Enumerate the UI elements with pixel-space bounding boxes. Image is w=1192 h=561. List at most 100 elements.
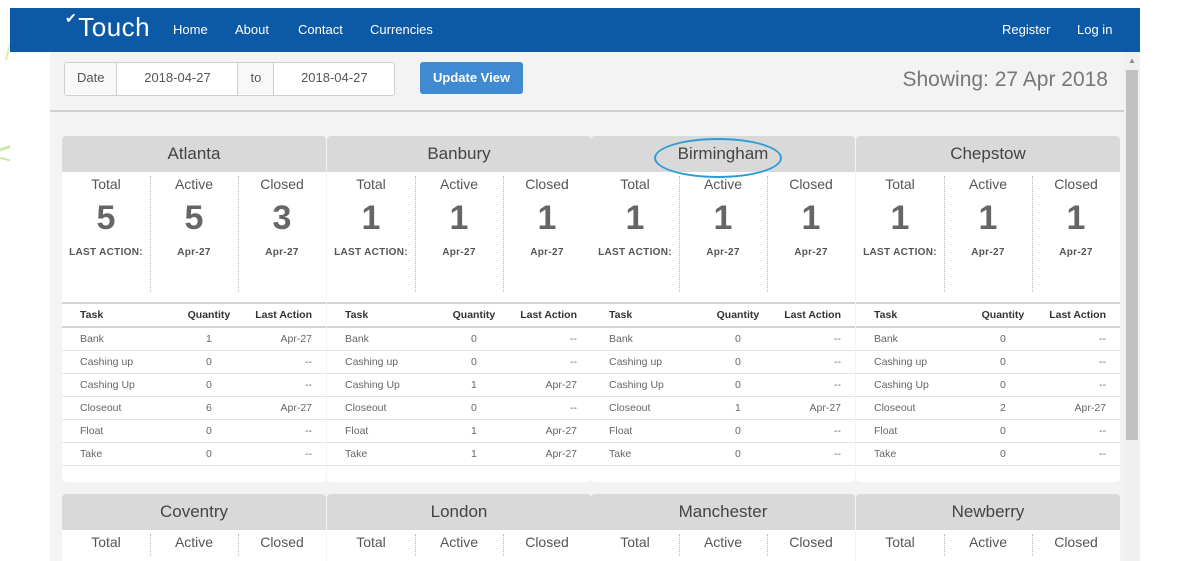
stat-total: Total 1 LAST ACTION:	[856, 172, 944, 292]
location-name[interactable]: Newberry	[856, 494, 1120, 530]
stat-closed: Closed 1 Apr-27	[503, 172, 591, 292]
stat-label: Closed	[1054, 534, 1098, 550]
stat-label: Total	[620, 534, 650, 550]
column-header: Last Action	[501, 302, 591, 328]
vertical-scrollbar[interactable]: ▲	[1124, 52, 1140, 561]
task-name: Closeout	[591, 396, 711, 420]
stats-row: Total Active Closed	[327, 530, 591, 556]
task-quantity: 0	[710, 419, 766, 443]
task-name: Float	[327, 419, 447, 443]
location-name[interactable]: Manchester	[591, 494, 855, 530]
location-name[interactable]: London	[327, 494, 591, 530]
stat-value: 1	[713, 199, 733, 237]
location-name[interactable]: Coventry	[62, 494, 326, 530]
task-name: Cashing Up	[327, 373, 447, 397]
table-row: Take 0 --	[856, 442, 1120, 466]
stat-closed: Closed	[238, 530, 326, 556]
stat-date: Apr-27	[706, 247, 740, 258]
date-range-group: Date 2018-04-27 to 2018-04-27	[64, 62, 396, 96]
nav-register-link[interactable]: Register	[1002, 22, 1050, 37]
stat-active: Active	[944, 530, 1032, 556]
task-name: Bank	[591, 327, 711, 351]
stat-date: Apr-27	[177, 247, 211, 258]
scroll-thumb[interactable]	[1126, 70, 1138, 440]
stats-row: Total Active Closed	[591, 530, 855, 556]
stat-label: Closed	[1054, 176, 1098, 192]
stat-label: Total	[91, 534, 121, 550]
task-quantity: 0	[181, 442, 237, 466]
location-card: London Total Active Closed	[327, 494, 591, 561]
table-row: Float 1 Apr-27	[327, 419, 591, 443]
location-card: Atlanta Total 5 LAST ACTION: Active 5 Apr-27 Cl…	[62, 136, 326, 482]
stat-closed: Closed	[1032, 530, 1120, 556]
task-last-action: Apr-27	[501, 419, 591, 443]
last-action-label: LAST ACTION:	[863, 247, 937, 258]
task-quantity: 0	[975, 327, 1031, 351]
table-row: Bank 1 Apr-27	[62, 327, 326, 351]
stat-closed: Closed 3 Apr-27	[238, 172, 326, 292]
location-card: Chepstow Total 1 LAST ACTION: Active 1 Apr-27 C…	[856, 136, 1120, 482]
stat-label: Closed	[525, 534, 569, 550]
location-name[interactable]: Banbury	[327, 136, 591, 172]
location-card: Newberry Total Active Closed	[856, 494, 1120, 561]
stat-label: Total	[356, 176, 386, 192]
browser-frame: ✔ Touch Home About Contact Currencies Re…	[10, 8, 1140, 561]
column-header: Last Action	[1030, 302, 1120, 328]
tasks-header-row: Task Quantity Last Action	[856, 302, 1120, 328]
table-row: Closeout 0 --	[327, 396, 591, 420]
table-row: Float 0 --	[62, 419, 326, 443]
outside-margin	[1140, 0, 1192, 561]
task-quantity: 2	[975, 396, 1031, 420]
table-row: Cashing Up 0 --	[591, 373, 855, 397]
task-last-action: --	[1030, 373, 1120, 397]
location-name[interactable]: Atlanta	[62, 136, 326, 172]
stat-label: Total	[885, 534, 915, 550]
nav-currencies-link[interactable]: Currencies	[370, 22, 433, 37]
stat-total: Total 1 LAST ACTION:	[591, 172, 679, 292]
task-name: Closeout	[327, 396, 447, 420]
task-last-action: Apr-27	[765, 396, 855, 420]
table-row: Float 0 --	[856, 419, 1120, 443]
stat-date: Apr-27	[1059, 247, 1093, 258]
tasks-table: Task Quantity Last Action Bank 0 -- Cashing up…	[591, 302, 855, 466]
stat-value: 3	[272, 199, 292, 237]
stat-total: Total	[856, 530, 944, 556]
update-view-button[interactable]: Update View	[420, 62, 524, 94]
task-last-action: --	[1030, 419, 1120, 443]
nav-home-link[interactable]: Home	[173, 22, 208, 37]
location-name[interactable]: Chepstow	[856, 136, 1120, 172]
task-last-action: --	[765, 373, 855, 397]
brand-logo[interactable]: ✔ Touch	[65, 10, 150, 43]
stat-value: 1	[625, 199, 645, 237]
table-row: Cashing up 0 --	[62, 350, 326, 374]
stat-total: Total 5 LAST ACTION:	[62, 172, 150, 292]
stat-value: 1	[449, 199, 469, 237]
table-row: Bank 0 --	[856, 327, 1120, 351]
stat-date: Apr-27	[530, 247, 564, 258]
task-last-action: --	[236, 419, 326, 443]
stat-active: Active 1 Apr-27	[679, 172, 767, 292]
task-last-action: --	[1030, 350, 1120, 374]
task-name: Closeout	[62, 396, 182, 420]
task-name: Float	[62, 419, 182, 443]
scroll-up-arrow-icon[interactable]: ▲	[1128, 56, 1136, 65]
stat-closed: Closed 1 Apr-27	[1032, 172, 1120, 292]
task-name: Take	[62, 442, 182, 466]
table-row: Cashing Up 1 Apr-27	[327, 373, 591, 397]
table-row: Closeout 2 Apr-27	[856, 396, 1120, 420]
task-name: Cashing Up	[591, 373, 711, 397]
task-quantity: 0	[975, 350, 1031, 374]
location-card: Coventry Total Active Closed	[62, 494, 326, 561]
column-header: Task	[327, 302, 447, 328]
nav-about-link[interactable]: About	[235, 22, 269, 37]
column-header: Last Action	[765, 302, 855, 328]
stat-label: Active	[439, 534, 479, 550]
date-to-input[interactable]: 2018-04-27	[274, 63, 394, 95]
task-quantity: 0	[181, 373, 237, 397]
date-from-input[interactable]: 2018-04-27	[117, 63, 239, 95]
nav-contact-link[interactable]: Contact	[298, 22, 343, 37]
task-last-action: Apr-27	[236, 396, 326, 420]
stat-label: Active	[968, 176, 1008, 192]
highlight-circle	[654, 138, 782, 178]
nav-login-link[interactable]: Log in	[1077, 22, 1112, 37]
